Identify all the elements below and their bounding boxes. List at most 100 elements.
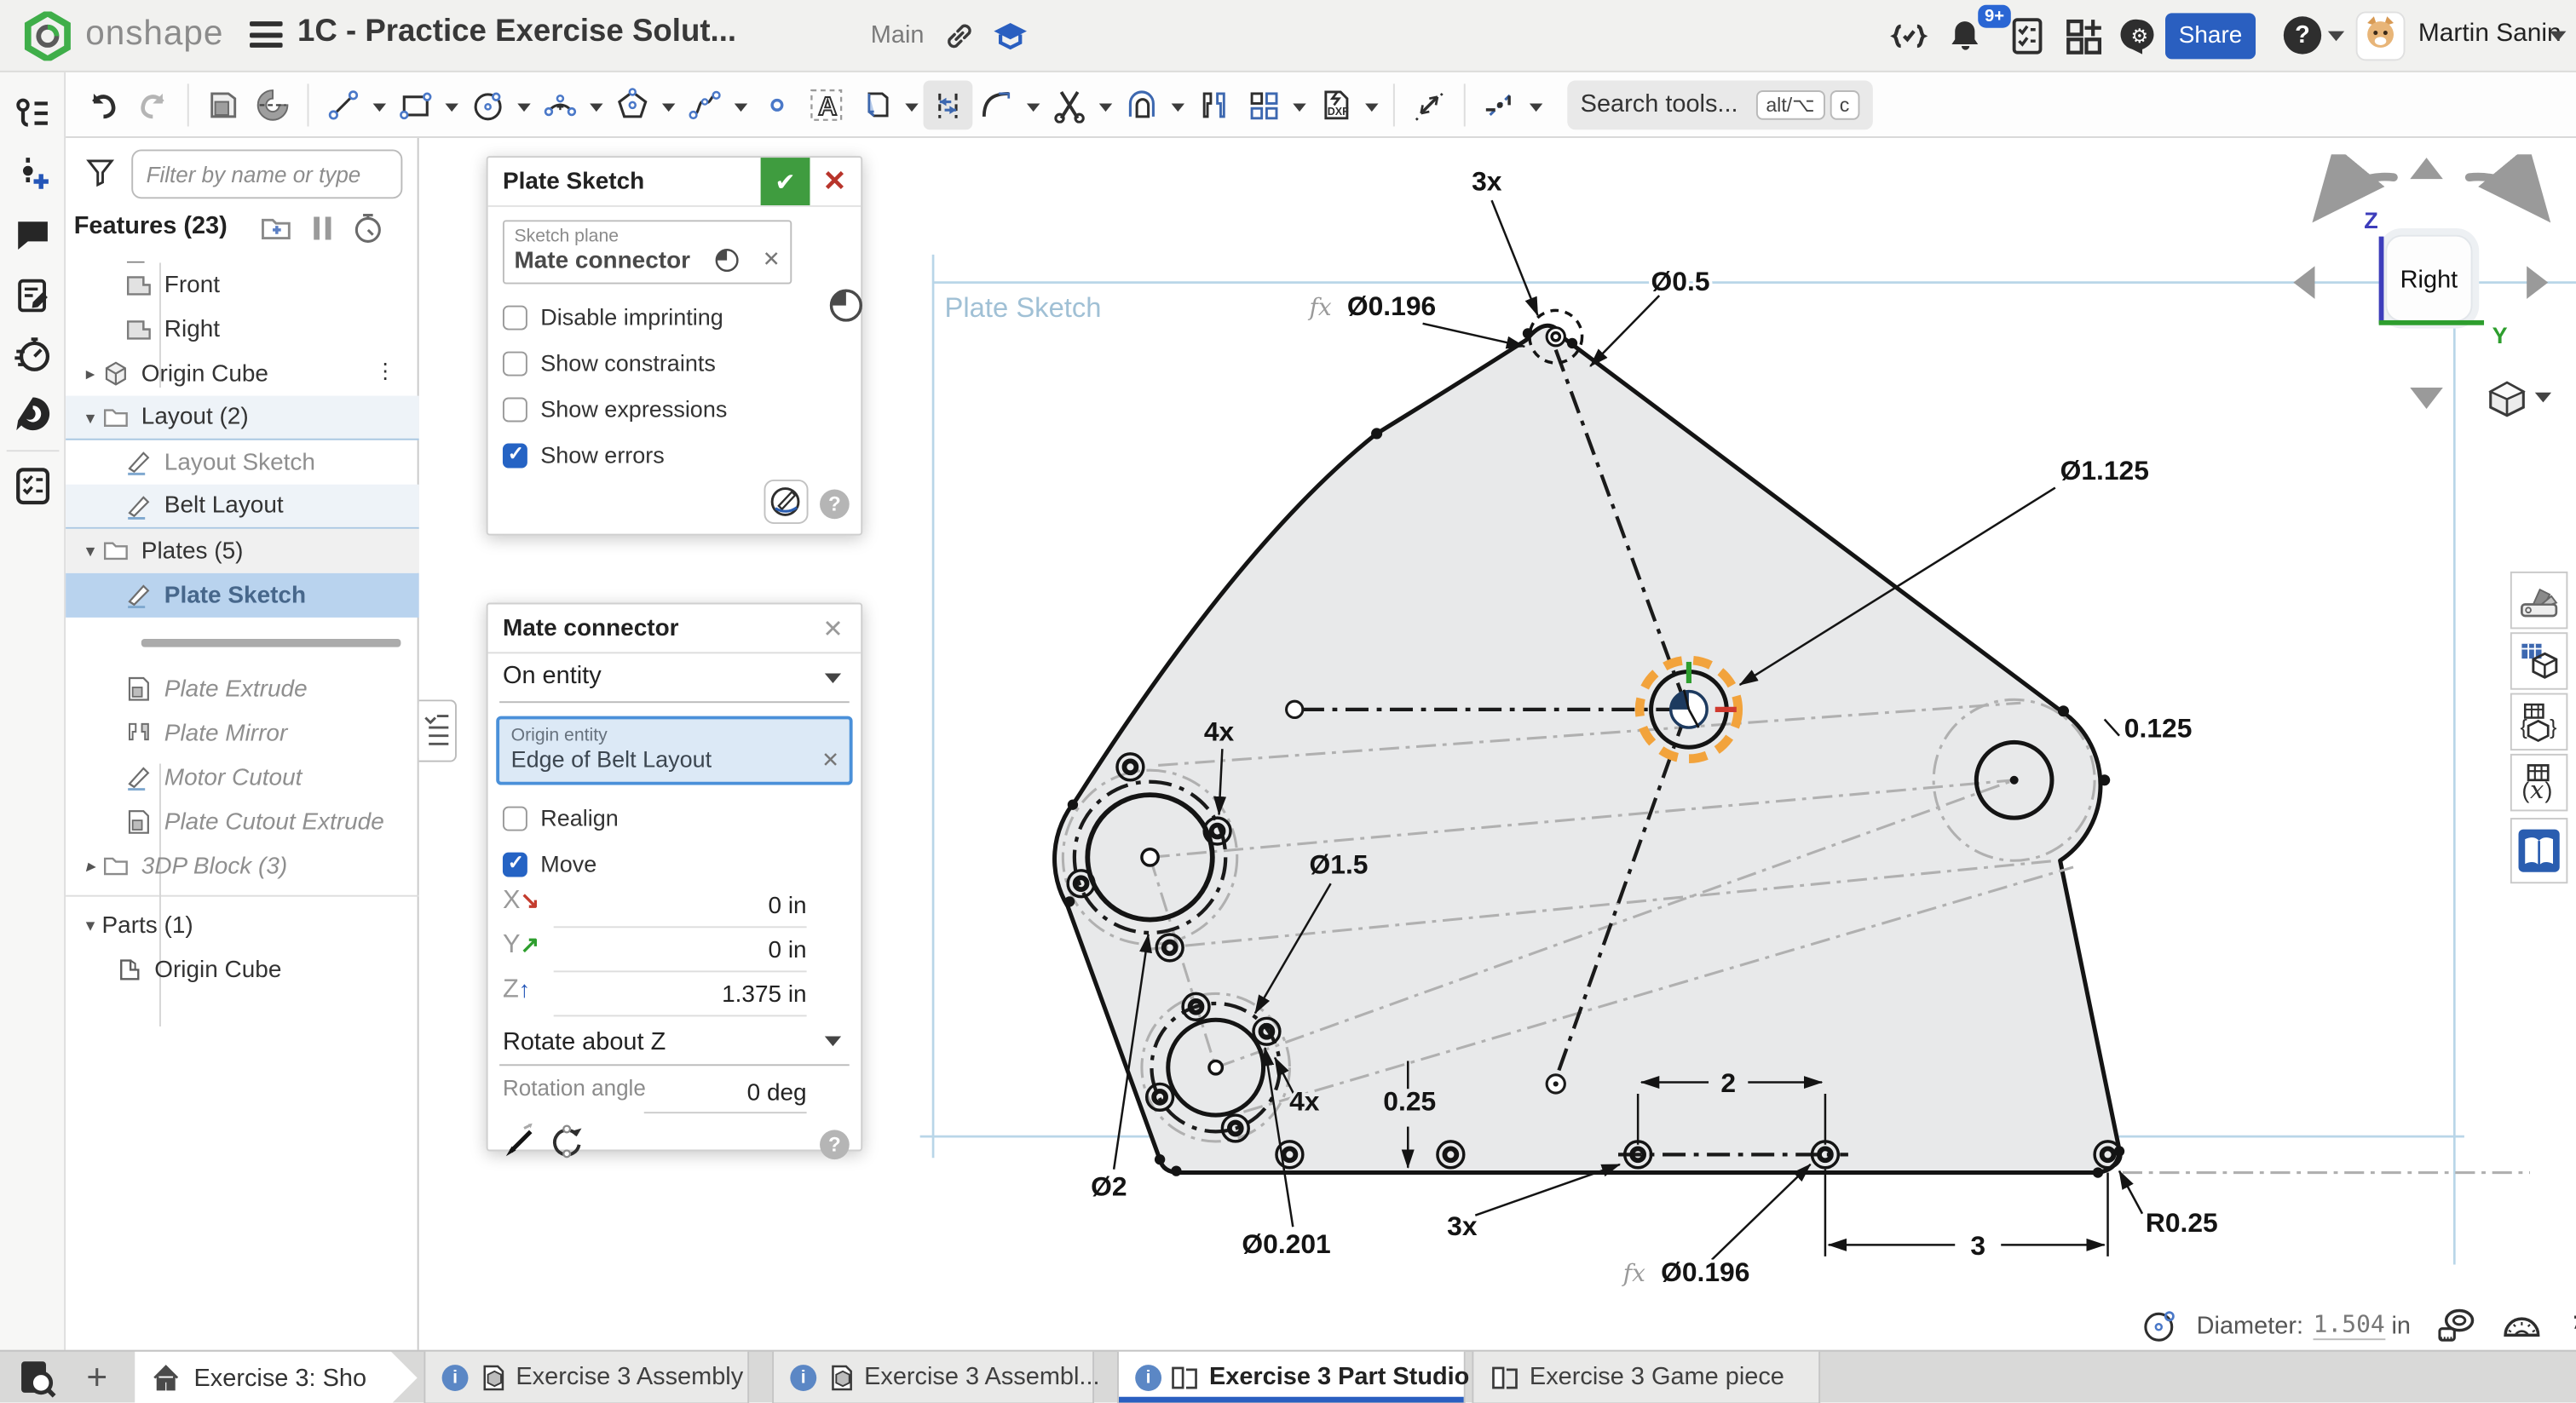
dim-bottom-hole-diameter[interactable]: Ø0.196 <box>1661 1256 1749 1287</box>
workspace-name[interactable]: Main <box>871 21 925 49</box>
extrude-tool-button[interactable] <box>199 80 248 129</box>
collapse-chevron-icon[interactable] <box>79 915 102 936</box>
tab-search-icon[interactable] <box>16 1358 57 1399</box>
checkbox-checked-icon[interactable] <box>503 852 527 877</box>
close-mate-dialog-icon[interactable] <box>815 611 850 647</box>
line-tool-caret[interactable] <box>368 80 391 129</box>
document-title[interactable]: 1C - Practice Exercise Solut... <box>297 14 736 50</box>
checkbox-checked-icon[interactable] <box>503 443 527 468</box>
plate-outline[interactable] <box>1055 325 2119 1172</box>
x-offset-field[interactable]: X↘ 0 in <box>488 887 862 931</box>
flip-primary-axis-icon[interactable] <box>501 1122 540 1161</box>
tree-item-layout-sketch[interactable]: Layout Sketch <box>66 440 419 485</box>
view-up-arrow[interactable] <box>2410 158 2443 179</box>
mate-dialog-help-icon[interactable] <box>820 1130 850 1159</box>
suppress-pause-icon[interactable] <box>306 212 339 245</box>
features-flyout-toggle[interactable] <box>419 699 457 762</box>
user-name[interactable]: Martin Sanin <box>2418 20 2562 49</box>
tab-exercise3-part-studio[interactable]: Exercise 3 Part Studio <box>1117 1352 1466 1403</box>
dim-edge-spacing[interactable]: 3 <box>1970 1230 1985 1261</box>
notebook-panel-button[interactable] <box>2510 818 2567 883</box>
tab-exercise3-game-piece[interactable]: Exercise 3 Game piece <box>1472 1352 1820 1403</box>
tree-item-front[interactable]: Front <box>66 262 419 307</box>
view-cube-caret-icon[interactable] <box>2535 393 2551 403</box>
dim-top-bolt-circle[interactable]: Ø0.5 <box>1651 266 1710 296</box>
help-caret-icon[interactable] <box>2328 32 2344 42</box>
fillet-tool-button[interactable] <box>972 80 1022 129</box>
circle-tool-caret[interactable] <box>513 80 536 129</box>
centerline-endpoint[interactable] <box>1287 701 1303 717</box>
notes-icon[interactable] <box>13 276 52 315</box>
mass-properties-icon[interactable] <box>2568 1306 2576 1345</box>
trim-tool-caret[interactable] <box>1094 80 1117 129</box>
context-menu-dots-icon[interactable] <box>375 358 396 384</box>
checkbox-icon[interactable] <box>503 305 527 330</box>
tree-item-plate-cutout-extrude[interactable]: Plate Cutout Extrude <box>66 800 419 844</box>
tree-folder-3dp-block[interactable]: 3DP Block (3) <box>66 844 419 888</box>
tab-exercise3-assembl[interactable]: Exercise 3 Assembl... <box>772 1352 1094 1403</box>
point-tool-button[interactable] <box>752 80 802 129</box>
view-cube-face[interactable]: Right <box>2385 235 2472 322</box>
construction-tool-caret[interactable] <box>1524 80 1547 129</box>
polygon-tool-button[interactable] <box>608 80 657 129</box>
clear-origin-icon[interactable] <box>821 747 839 773</box>
user-menu-caret-icon[interactable] <box>2550 32 2566 42</box>
fillet-tool-caret[interactable] <box>1022 80 1045 129</box>
dim-corner-radius[interactable]: R0.25 <box>2146 1207 2218 1238</box>
search-tools-input[interactable]: Search tools... alt/⌥ c <box>1567 80 1872 129</box>
polygon-tool-caret[interactable] <box>657 80 680 129</box>
measurement-value[interactable]: 1.504 <box>2314 1311 2385 1339</box>
filter-icon[interactable] <box>85 158 115 187</box>
onshape-wordmark[interactable]: onshape <box>85 14 223 54</box>
sketch-name-label[interactable]: Plate Sketch <box>945 291 1102 323</box>
app-store-icon[interactable] <box>2063 16 2102 55</box>
tree-item-partial[interactable] <box>66 253 419 263</box>
configurations-panel-button[interactable] <box>2510 632 2567 689</box>
tree-item-right[interactable]: Right <box>66 308 419 352</box>
checkbox-show-constraints[interactable]: Show constraints <box>488 340 862 386</box>
sketch-dialog-help-icon[interactable] <box>820 490 850 520</box>
comments-icon[interactable] <box>13 216 52 255</box>
measure-tool-button[interactable] <box>1404 80 1454 129</box>
construction-tool-button[interactable] <box>1475 80 1524 129</box>
tape-measure-icon[interactable] <box>2437 1306 2476 1345</box>
mate-connector-glyph[interactable] <box>1671 690 1707 727</box>
tree-item-plate-extrude[interactable]: Plate Extrude <box>66 667 419 711</box>
line-tool-button[interactable] <box>319 80 368 129</box>
checkbox-move[interactable]: Move <box>488 841 862 887</box>
checkbox-realign[interactable]: Realign <box>488 795 862 841</box>
use-project-tool-button[interactable] <box>851 80 901 129</box>
tree-item-motor-cutout[interactable]: Motor Cutout <box>66 756 419 800</box>
dim-selected-circle-diameter[interactable]: Ø1.125 <box>2060 455 2149 486</box>
configured-features-panel-button[interactable]: }{ <box>2510 693 2567 750</box>
dim-bottom-edge-offset[interactable]: 0.25 <box>1383 1085 1436 1116</box>
performance-icon[interactable] <box>13 335 52 374</box>
checkbox-show-expressions[interactable]: Show expressions <box>488 386 862 432</box>
dim-bottom-bolt-count[interactable]: 4x <box>1289 1085 1320 1116</box>
dim-bottom-hole-count[interactable]: 3x <box>1447 1210 1478 1241</box>
tab-home-document[interactable]: Exercise 3: Sho <box>135 1352 418 1403</box>
text-tool-button[interactable]: A <box>802 80 851 129</box>
insert-dxf-caret[interactable] <box>1360 80 1383 129</box>
spline-tool-caret[interactable] <box>729 80 752 129</box>
mate-connector-tool-icon[interactable] <box>827 285 866 325</box>
collapse-chevron-icon[interactable] <box>79 406 102 428</box>
insert-dxf-button[interactable]: DXF <box>1311 80 1360 129</box>
pattern-tool-button[interactable] <box>1239 80 1288 129</box>
circle-tool-button[interactable] <box>464 80 513 129</box>
dim-top-hole-diameter[interactable]: Ø0.196 <box>1347 290 1436 321</box>
rectangle-tool-caret[interactable] <box>441 80 464 129</box>
tree-item-plate-sketch[interactable]: Plate Sketch <box>66 573 419 618</box>
spline-tool-button[interactable] <box>680 80 729 129</box>
new-folder-icon[interactable] <box>260 212 293 245</box>
y-offset-field[interactable]: Y↗ 0 in <box>488 931 862 975</box>
dimension-tool-button[interactable] <box>923 80 972 129</box>
trim-tool-button[interactable] <box>1045 80 1094 129</box>
dim-left-circle-diameter[interactable]: Ø2 <box>1091 1171 1127 1202</box>
rotate-axis-select[interactable]: Rotate about Z <box>488 1020 862 1066</box>
redo-button[interactable] <box>128 80 177 129</box>
y-offset-value[interactable]: 0 in <box>769 938 807 964</box>
z-offset-field[interactable]: Z↑ 1.375 in <box>488 975 862 1020</box>
checkbox-disable-imprinting[interactable]: Disable imprinting <box>488 294 862 340</box>
insert-feature-icon[interactable] <box>13 154 52 193</box>
